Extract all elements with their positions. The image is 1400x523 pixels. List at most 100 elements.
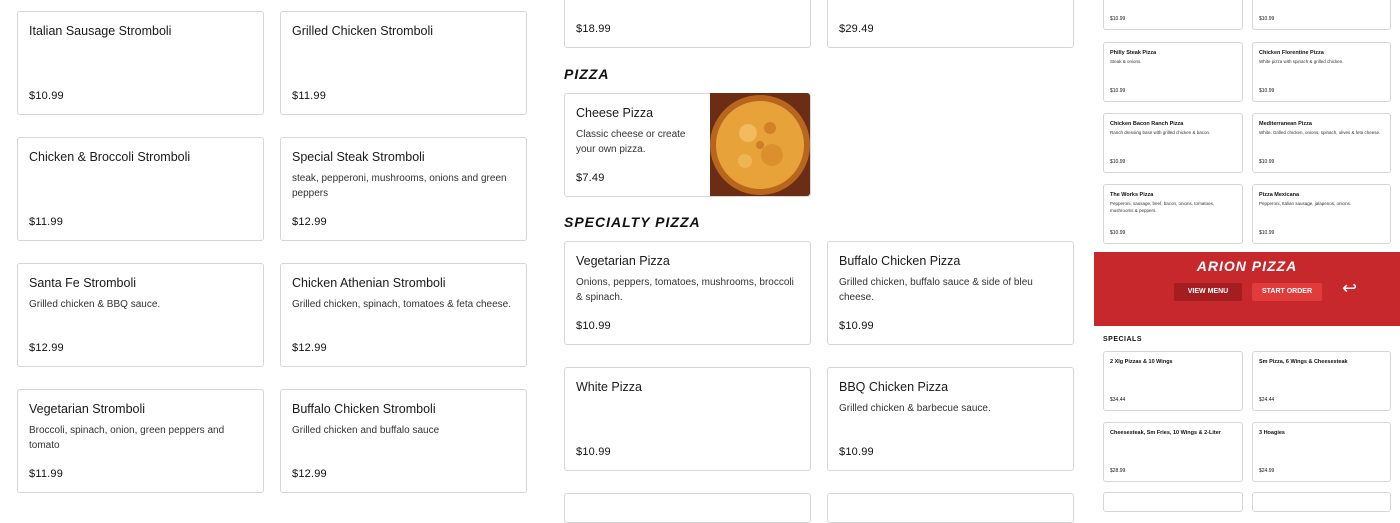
cheese-pizza-image — [710, 93, 810, 196]
curved-arrow-icon: ↩ — [1342, 278, 1358, 298]
item-description: Grilled chicken, spinach, tomatoes & fet… — [292, 299, 512, 310]
menu-item-card[interactable] — [827, 493, 1074, 523]
item-price: $10.99 — [1110, 230, 1126, 236]
menu-item-card[interactable]: Italian Sausage Stromboli $10.99 — [17, 11, 264, 115]
item-price: $29.49 — [839, 23, 874, 35]
item-price: $10.99 — [839, 446, 874, 458]
special-item-card[interactable]: Cheesesteak, Sm Fries, 10 Wings & 2-Lite… — [1103, 422, 1243, 482]
item-price: $12.99 — [292, 342, 327, 354]
item-description: Steak & onions. — [1110, 59, 1142, 64]
special-item-card[interactable]: 3 Hoagies $24.99 — [1252, 422, 1391, 482]
item-description: Grilled chicken, buffalo sauce & side of… — [839, 277, 1033, 303]
menu-item-card[interactable]: $29.49 — [827, 0, 1074, 48]
item-price: $10.99 — [1110, 159, 1126, 165]
start-order-button[interactable]: START ORDER — [1252, 283, 1322, 301]
menu-item-card[interactable]: Special Steak Stromboli steak, pepperoni… — [280, 137, 527, 241]
item-name: Chicken Bacon Ranch Pizza — [1110, 121, 1184, 127]
item-name: Special Steak Stromboli — [292, 150, 425, 164]
specials-title: SPECIALS — [1103, 336, 1143, 343]
item-price: $12.99 — [292, 468, 327, 480]
item-description: steak, pepperoni, mushrooms, onions and … — [292, 173, 507, 199]
menu-item-card[interactable]: Philly Steak Pizza Steak & onions. $10.9… — [1103, 42, 1243, 102]
item-name: Mediterranean Pizza — [1259, 121, 1312, 127]
view-menu-button[interactable]: VIEW MENU — [1174, 283, 1242, 301]
special-item-card[interactable]: Sm Pizza, 6 Wings & Cheesesteak $24.44 — [1252, 351, 1391, 411]
item-price: $10.99 — [1259, 88, 1275, 94]
item-name: Cheese Pizza — [576, 106, 654, 120]
menu-item-card[interactable]: Chicken Florentine Pizza White pizza wit… — [1252, 42, 1391, 102]
menu-item-card[interactable]: $10.99 — [1252, 0, 1391, 30]
item-price: $28.99 — [1110, 468, 1126, 474]
item-description: White pizza with spinach & grilled chick… — [1259, 59, 1344, 64]
special-item-card[interactable]: 2 Xlg Pizzas & 10 Wings $34.44 — [1103, 351, 1243, 411]
item-description: Classic cheese or create your own pizza. — [576, 129, 686, 155]
menu-item-card[interactable]: White Pizza $10.99 — [564, 367, 811, 471]
item-price: $34.44 — [1110, 397, 1126, 403]
menu-item-card[interactable]: The Works Pizza Pepperoni, sausage, beef… — [1103, 184, 1243, 244]
item-description: White. Grilled chicken, onions, spinach,… — [1259, 130, 1381, 135]
menu-item-card[interactable]: $10.99 — [1103, 0, 1243, 30]
item-price: $10.99 — [1259, 230, 1275, 236]
menu-item-card[interactable]: Chicken Athenian Stromboli Grilled chick… — [280, 263, 527, 367]
menu-item-card[interactable]: Chicken Bacon Ranch Pizza Ranch dressing… — [1103, 113, 1243, 173]
item-price: $10.99 — [576, 446, 611, 458]
menu-item-card[interactable]: BBQ Chicken Pizza Grilled chicken & barb… — [827, 367, 1074, 471]
menu-item-card[interactable]: Pizza Mexicana Pepperoni, Italian sausag… — [1252, 184, 1391, 244]
item-name: Chicken Florentine Pizza — [1259, 50, 1324, 56]
menu-item-card[interactable]: Grilled Chicken Stromboli $11.99 — [280, 11, 527, 115]
item-price: $11.99 — [29, 216, 64, 228]
item-name: Chicken Athenian Stromboli — [292, 276, 446, 290]
item-description: Broccoli, spinach, onion, green peppers … — [29, 425, 225, 451]
item-price: $10.99 — [1259, 159, 1275, 165]
menu-item-card[interactable]: Santa Fe Stromboli Grilled chicken & BBQ… — [17, 263, 264, 367]
item-description: Pepperoni, Italian sausage, jalapenos, o… — [1259, 201, 1352, 206]
special-item-card[interactable] — [1252, 492, 1391, 512]
section-title-pizza: pizza — [564, 66, 610, 82]
item-name: Pizza Mexicana — [1259, 192, 1300, 198]
item-description: Pepperoni, sausage, beef, bacon, onions,… — [1110, 201, 1215, 213]
item-name: The Works Pizza — [1110, 192, 1154, 198]
item-description: Ranch dressing base with grilled chicken… — [1110, 130, 1211, 135]
item-name: Cheesesteak, Sm Fries, 10 Wings & 2-Lite… — [1110, 430, 1221, 436]
item-price: $10.99 — [1110, 16, 1126, 22]
menu-item-card[interactable]: $18.99 — [564, 0, 811, 48]
item-price: $10.99 — [29, 90, 64, 102]
item-price: $10.99 — [1110, 88, 1126, 94]
item-price: $10.99 — [1259, 16, 1275, 22]
item-name: Sm Pizza, 6 Wings & Cheesesteak — [1259, 359, 1348, 365]
menu-item-card[interactable]: Mediterranean Pizza White. Grilled chick… — [1252, 113, 1391, 173]
item-name: Italian Sausage Stromboli — [29, 24, 172, 38]
menu-item-card[interactable] — [564, 493, 811, 523]
item-price: $11.99 — [292, 90, 327, 102]
item-price: $24.99 — [1259, 468, 1275, 474]
item-description: Grilled chicken & barbecue sauce. — [839, 403, 991, 414]
item-name: White Pizza — [576, 380, 642, 394]
item-price: $12.99 — [29, 342, 64, 354]
menu-item-card[interactable]: Buffalo Chicken Pizza Grilled chicken, b… — [827, 241, 1074, 345]
menu-item-card[interactable]: Vegetarian Pizza Onions, peppers, tomato… — [564, 241, 811, 345]
menu-item-card[interactable]: Vegetarian Stromboli Broccoli, spinach, … — [17, 389, 264, 493]
special-item-card[interactable] — [1103, 492, 1243, 512]
item-price: $11.99 — [29, 468, 64, 480]
item-price: $24.44 — [1259, 397, 1275, 403]
menu-item-card[interactable]: Chicken & Broccoli Stromboli $11.99 — [17, 137, 264, 241]
item-price: $10.99 — [576, 320, 611, 332]
item-name: Santa Fe Stromboli — [29, 276, 136, 290]
restaurant-banner: ARION PIZZA VIEW MENU START ORDER ↩ — [1094, 252, 1400, 326]
item-name: Philly Steak Pizza — [1110, 50, 1157, 56]
menu-item-card[interactable]: Buffalo Chicken Stromboli Grilled chicke… — [280, 389, 527, 493]
item-price: $10.99 — [839, 320, 874, 332]
item-name: 2 Xlg Pizzas & 10 Wings — [1110, 359, 1173, 365]
item-name: Vegetarian Pizza — [576, 254, 670, 268]
item-name: Buffalo Chicken Pizza — [839, 254, 961, 268]
section-title-specialty-pizza: specialty pizza — [564, 214, 701, 230]
item-price: $12.99 — [292, 216, 327, 228]
item-name: Chicken & Broccoli Stromboli — [29, 150, 191, 164]
item-description: Grilled chicken & BBQ sauce. — [29, 299, 161, 310]
item-name: Buffalo Chicken Stromboli — [292, 402, 436, 416]
item-name: BBQ Chicken Pizza — [839, 380, 949, 394]
item-name: 3 Hoagies — [1259, 430, 1285, 436]
item-name: Grilled Chicken Stromboli — [292, 24, 434, 38]
item-name: Vegetarian Stromboli — [29, 402, 146, 416]
restaurant-name: ARION PIZZA — [1196, 258, 1298, 274]
